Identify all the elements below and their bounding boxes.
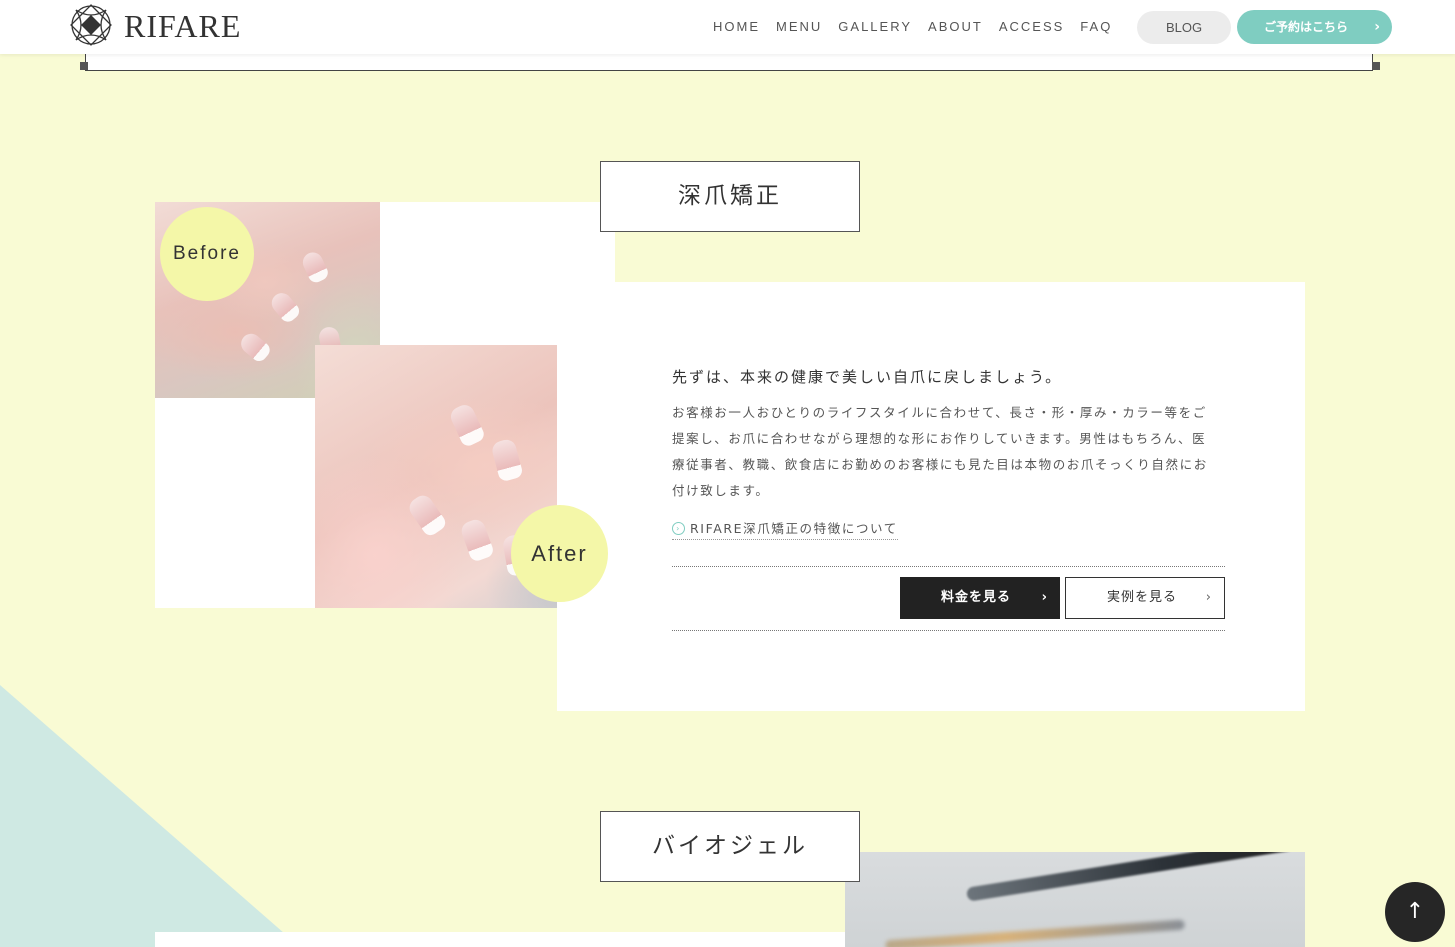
biogel-photo xyxy=(845,852,1305,947)
logo-mark-icon xyxy=(70,4,112,46)
view-examples-label: 実例を見る xyxy=(1107,590,1178,605)
view-price-button[interactable]: 料金を見る › xyxy=(900,577,1060,619)
section-title-fukazume: 深爪矯正 xyxy=(600,161,860,232)
view-price-label: 料金を見る xyxy=(941,590,1012,605)
chevron-right-icon: › xyxy=(1205,590,1212,605)
reserve-button-label: ご予約はこちら xyxy=(1264,20,1349,34)
logo[interactable]: RIFARE xyxy=(68,2,241,48)
after-badge: After xyxy=(511,505,608,602)
reserve-button[interactable]: ご予約はこちら › xyxy=(1237,10,1392,44)
background-triangle xyxy=(0,685,300,947)
previous-section-frame xyxy=(85,54,1373,71)
back-to-top-button[interactable]: ↑ xyxy=(1385,882,1445,942)
nav-menu[interactable]: MENU xyxy=(776,19,822,34)
divider-top xyxy=(672,566,1225,567)
photo-backdrop-bottom xyxy=(155,398,315,608)
nav-gallery[interactable]: GALLERY xyxy=(838,19,912,34)
frame-corner-left xyxy=(80,62,88,70)
main-nav: HOME MENU GALLERY ABOUT ACCESS FAQ xyxy=(713,19,1128,34)
before-badge: Before xyxy=(160,207,254,301)
section-body-text: お客様お一人おひとりのライフスタイルに合わせて、長さ・形・厚み・カラー等をご提案… xyxy=(672,405,1208,498)
nav-about[interactable]: ABOUT xyxy=(928,19,983,34)
view-examples-button[interactable]: 実例を見る › xyxy=(1065,577,1225,619)
section-title-biogel: バイオジェル xyxy=(600,811,860,882)
nav-faq[interactable]: FAQ xyxy=(1080,19,1112,34)
section-headline: 先ずは、本来の健康で美しい自爪に戻しましょう。 xyxy=(672,368,1063,386)
nav-home[interactable]: HOME xyxy=(713,19,760,34)
frame-corner-right xyxy=(1372,62,1380,70)
biogel-card-top xyxy=(155,932,845,947)
circle-chevron-icon: › xyxy=(672,522,685,535)
nav-access[interactable]: ACCESS xyxy=(999,19,1064,34)
divider-bottom xyxy=(672,630,1225,631)
site-header: RIFARE HOME MENU GALLERY ABOUT ACCESS FA… xyxy=(0,0,1455,54)
chevron-right-icon: › xyxy=(1374,19,1380,35)
features-link-label: RIFARE深爪矯正の特徴について xyxy=(690,521,898,536)
chevron-right-icon: › xyxy=(1041,590,1048,605)
logo-text: RIFARE xyxy=(124,7,242,44)
blog-button[interactable]: BLOG xyxy=(1137,11,1231,44)
features-link[interactable]: › RIFARE深爪矯正の特徴について xyxy=(672,518,898,540)
arrow-up-icon: ↑ xyxy=(1405,899,1425,924)
